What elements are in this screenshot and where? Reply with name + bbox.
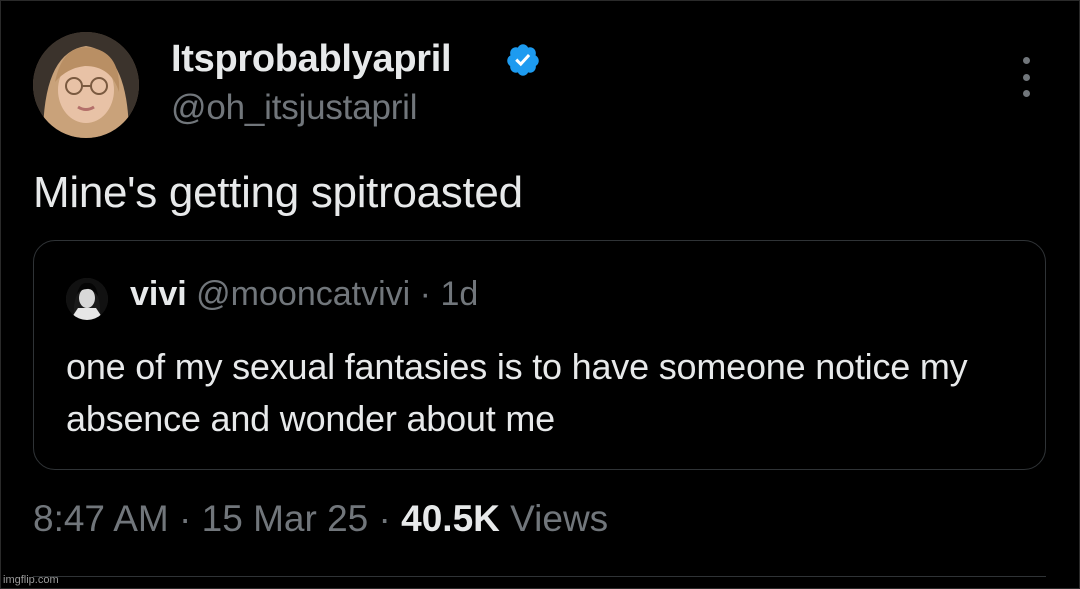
- quoted-avatar-image: [66, 278, 108, 320]
- quoted-tweet-text: one of my sexual fantasies is to have so…: [66, 346, 968, 439]
- meta-separator: ·: [179, 498, 192, 539]
- quoted-author-handle[interactable]: @mooncatvivi: [196, 275, 410, 313]
- more-vertical-icon[interactable]: [1015, 57, 1037, 97]
- tweet-date[interactable]: 15 Mar 25: [202, 498, 369, 539]
- divider: [33, 576, 1046, 577]
- quoted-timestamp[interactable]: 1d: [440, 275, 478, 313]
- tweet-time[interactable]: 8:47 AM: [33, 498, 169, 539]
- meta-separator: ·: [378, 498, 391, 539]
- quoted-author-name[interactable]: vivi: [130, 275, 187, 313]
- menu-dot: [1022, 57, 1030, 64]
- tweet-meta: 8:47 AM · 15 Mar 25 · 40.5K Views: [33, 498, 608, 540]
- watermark: imgflip.com: [3, 574, 59, 586]
- quoted-avatar[interactable]: [66, 278, 108, 320]
- tweet-text: Mine's getting spitroasted: [33, 168, 523, 217]
- quoted-separator: ·: [419, 275, 431, 313]
- menu-dot: [1022, 90, 1030, 97]
- author-name[interactable]: Itsprobablyapril: [171, 38, 452, 81]
- verified-badge-icon: [507, 44, 539, 76]
- quoted-tweet-card[interactable]: vivi @mooncatvivi · 1d one of my sexual …: [33, 240, 1046, 470]
- views-label: Views: [510, 498, 609, 539]
- author-handle[interactable]: @oh_itsjustapril: [171, 88, 418, 128]
- quoted-header: vivi @mooncatvivi · 1d: [130, 275, 478, 314]
- menu-dot: [1022, 73, 1030, 81]
- avatar-image: [33, 32, 139, 138]
- author-avatar[interactable]: [33, 32, 139, 138]
- views-count: 40.5K: [401, 498, 500, 539]
